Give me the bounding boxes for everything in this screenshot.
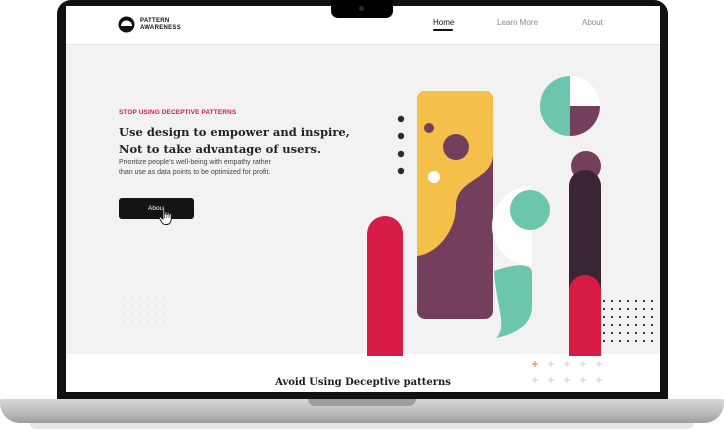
pointer-cursor-icon — [158, 206, 172, 225]
white-quarter — [570, 76, 600, 106]
hero-eyebrow: STOP USING DECEPTIVE PATTERNS — [119, 109, 237, 116]
plum-dot — [443, 134, 469, 160]
nav-link-learn-more[interactable]: Learn More — [497, 18, 538, 27]
camera-notch — [331, 0, 393, 18]
teal-wave-shape — [494, 265, 532, 338]
teal-circle — [510, 190, 550, 230]
decorative-dot-grid-light — [118, 296, 170, 324]
subtext-line-2: than use as data points to be optimized … — [119, 169, 271, 176]
hero-headline: Use design to empower and inspire, Not t… — [119, 124, 369, 158]
decorative-plus-grid — [532, 361, 602, 383]
active-nav-indicator — [433, 29, 453, 31]
subtext-line-1: Prioritize people's well-being with empa… — [119, 159, 271, 166]
base-notch — [308, 399, 416, 406]
logo-line-1: PATTERN — [140, 17, 170, 24]
laptop-shadow — [30, 423, 694, 429]
black-dot-column — [397, 115, 405, 175]
logo-text: PATTERN AWARENESS — [140, 18, 181, 32]
small-plum-dot — [424, 123, 434, 133]
teal-quarter-2 — [540, 106, 570, 136]
laptop-base — [0, 399, 724, 423]
browser-screen: PATTERN AWARENESS Home Learn More About … — [66, 6, 660, 392]
logo-mark-icon — [118, 16, 135, 33]
teal-quarter — [540, 76, 570, 106]
white-dot — [428, 171, 440, 183]
camera-icon — [359, 6, 364, 11]
hero-illustration — [367, 76, 654, 356]
black-dot-grid-right — [602, 299, 654, 343]
red-bottom-shape — [569, 275, 601, 356]
plum-quarter — [570, 106, 600, 136]
red-pill-shape — [367, 216, 403, 356]
logo-line-2: AWARENESS — [140, 24, 182, 31]
hero-subtext: Prioritize people's well-being with empa… — [119, 158, 334, 178]
nav-link-home[interactable]: Home — [433, 18, 454, 27]
nav-link-about[interactable]: About — [582, 18, 603, 27]
headline-line-2: Not to take advantage of users. — [119, 142, 321, 156]
logo[interactable]: PATTERN AWARENESS — [118, 16, 181, 33]
headline-line-1: Use design to empower and inspire, — [119, 125, 350, 139]
about-button[interactable]: About — [119, 198, 194, 219]
